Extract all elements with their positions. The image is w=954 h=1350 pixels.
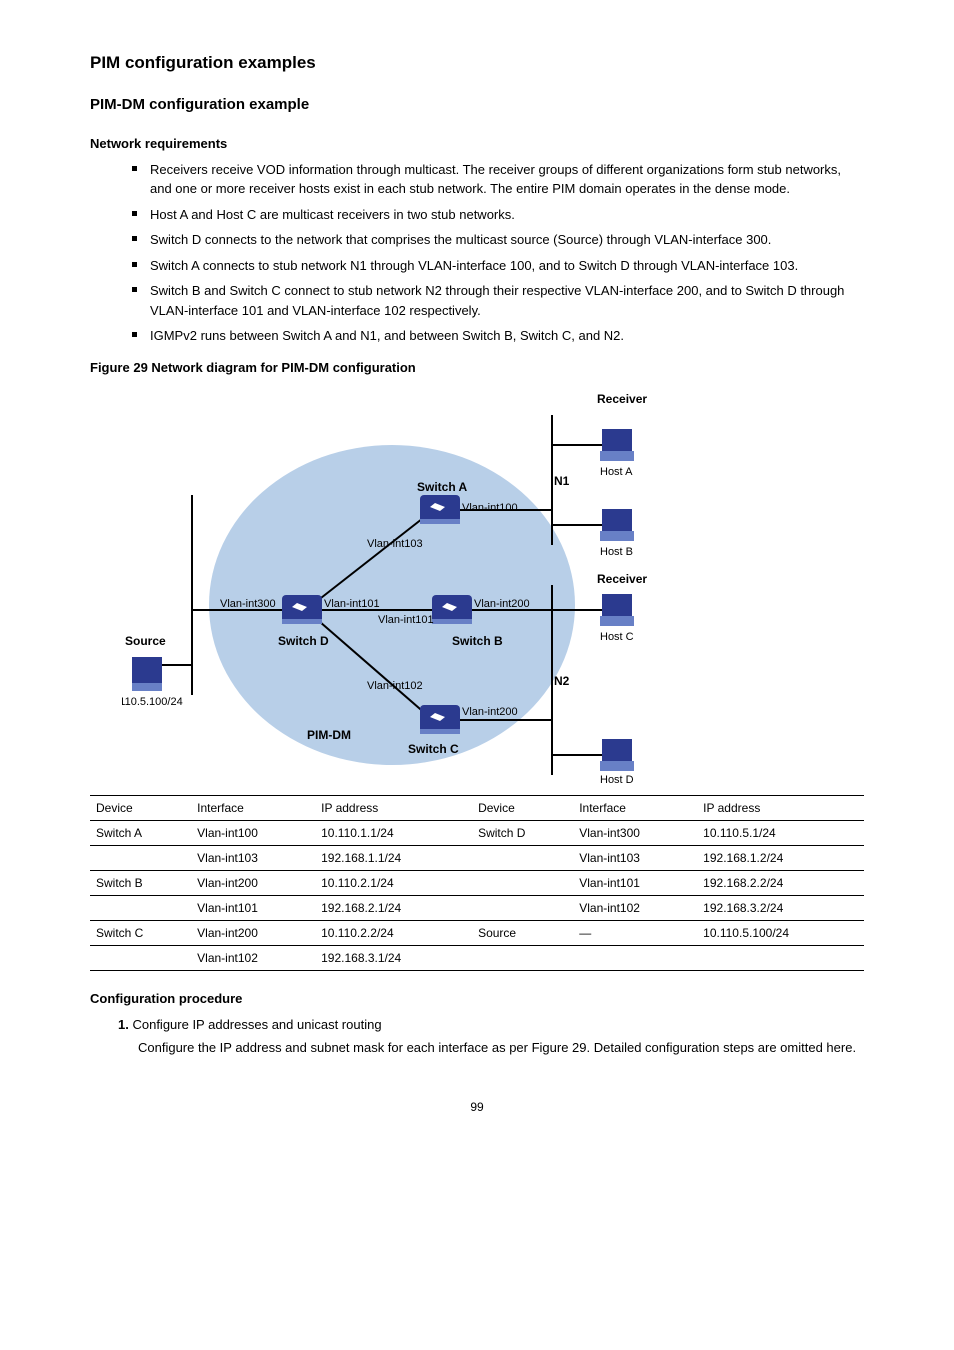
page-number: 99	[90, 1098, 864, 1116]
host-icon	[600, 739, 634, 771]
th: IP address	[315, 796, 472, 821]
th: IP address	[697, 796, 864, 821]
table-row: Vlan-int103192.168.1.1/24Vlan-int103192.…	[90, 846, 864, 871]
host-icon	[600, 594, 634, 626]
switch-icon	[282, 595, 322, 624]
svg-text:Vlan-int102: Vlan-int102	[367, 680, 423, 692]
svg-text:10.110.5.100/24: 10.110.5.100/24	[122, 696, 183, 708]
step-para: Configure the IP address and subnet mask…	[138, 1038, 864, 1058]
svg-text:Switch C: Switch C	[408, 742, 459, 756]
subsection-title: PIM-DM configuration example	[90, 94, 864, 117]
table-row: Switch BVlan-int20010.110.2.1/24Vlan-int…	[90, 871, 864, 896]
step: 1. Configure IP addresses and unicast ro…	[118, 1015, 864, 1035]
svg-text:Vlan-int200: Vlan-int200	[474, 598, 530, 610]
n2-label: N2	[554, 674, 570, 688]
switch-icon	[420, 495, 460, 524]
requirements-heading: Network requirements	[90, 134, 864, 154]
host-icon	[600, 509, 634, 541]
svg-text:Host D: Host D	[600, 774, 634, 785]
table-row: Switch AVlan-int10010.110.1.1/24Switch D…	[90, 821, 864, 846]
requirements-list: Receivers receive VOD information throug…	[90, 160, 864, 346]
switch-icon	[432, 595, 472, 624]
svg-text:PIM-DM: PIM-DM	[307, 728, 351, 742]
list-item: Switch A connects to stub network N1 thr…	[132, 256, 864, 276]
section-title: PIM configuration examples	[90, 50, 864, 76]
svg-text:Host B: Host B	[600, 546, 633, 558]
host-icon	[600, 429, 634, 461]
svg-text:Source: Source	[125, 634, 166, 648]
svg-text:Switch A: Switch A	[417, 480, 468, 494]
th: Interface	[191, 796, 315, 821]
switch-icon	[420, 705, 460, 734]
th: Device	[472, 796, 573, 821]
svg-text:Host C: Host C	[600, 631, 634, 643]
network-diagram: N1 N2 Receiver Receiver Host A Host B Ho…	[122, 385, 682, 785]
svg-text:Vlan-int100: Vlan-int100	[462, 502, 518, 514]
table-row: Switch CVlan-int20010.110.2.2/24Source—1…	[90, 921, 864, 946]
svg-text:Switch D: Switch D	[278, 634, 329, 648]
svg-text:Switch B: Switch B	[452, 634, 503, 648]
list-item: Switch D connects to the network that co…	[132, 230, 864, 250]
list-item: Host A and Host C are multicast receiver…	[132, 205, 864, 225]
svg-text:Vlan-int200: Vlan-int200	[462, 706, 518, 718]
procedure-heading: Configuration procedure	[90, 989, 864, 1009]
svg-text:Vlan-int101: Vlan-int101	[378, 614, 434, 626]
svg-text:Receiver: Receiver	[597, 572, 647, 586]
step-title: Configure IP addresses and unicast routi…	[132, 1017, 381, 1032]
table-row: Vlan-int102192.168.3.1/24	[90, 946, 864, 971]
list-item: IGMPv2 runs between Switch A and N1, and…	[132, 326, 864, 346]
n1-label: N1	[554, 474, 570, 488]
th: Interface	[573, 796, 697, 821]
figure-caption: Figure 29 Network diagram for PIM-DM con…	[90, 358, 864, 378]
svg-text:Vlan-int103: Vlan-int103	[367, 538, 423, 550]
svg-text:Vlan-int300: Vlan-int300	[220, 598, 276, 610]
svg-text:Host A: Host A	[600, 466, 633, 478]
svg-text:Receiver: Receiver	[597, 392, 647, 406]
address-table: Device Interface IP address Device Inter…	[90, 795, 864, 971]
list-item: Receivers receive VOD information throug…	[132, 160, 864, 199]
table-row: Vlan-int101192.168.2.1/24Vlan-int102192.…	[90, 896, 864, 921]
svg-text:Vlan-int101: Vlan-int101	[324, 598, 380, 610]
th: Device	[90, 796, 191, 821]
step-number: 1.	[118, 1017, 129, 1032]
source-icon	[132, 657, 162, 691]
list-item: Switch B and Switch C connect to stub ne…	[132, 281, 864, 320]
